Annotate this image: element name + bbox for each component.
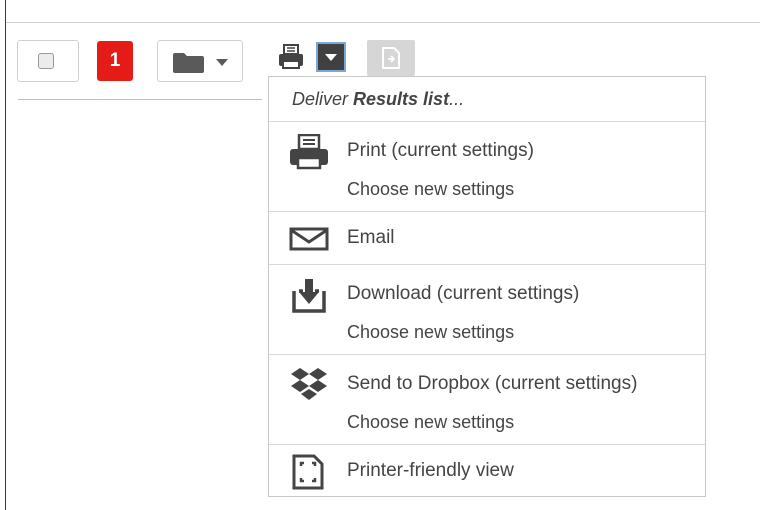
folder-dropdown-button[interactable] bbox=[157, 40, 243, 82]
deliver-dropdown-toggle[interactable] bbox=[316, 42, 346, 72]
top-divider bbox=[6, 22, 760, 23]
envelope-icon bbox=[289, 227, 329, 251]
selected-count-badge: 1 bbox=[97, 41, 133, 81]
toolbar-underline bbox=[18, 99, 262, 100]
caret-down-icon bbox=[325, 54, 337, 61]
window-left-border bbox=[5, 0, 6, 510]
download-tray-icon bbox=[292, 279, 326, 313]
export-document-icon bbox=[382, 47, 400, 69]
download-choose-settings[interactable]: Choose new settings bbox=[347, 322, 514, 343]
download-section: Download (current settings) Choose new s… bbox=[269, 265, 705, 355]
print-current-settings[interactable]: Print (current settings) bbox=[347, 140, 534, 162]
checkbox-icon[interactable] bbox=[38, 53, 54, 69]
printer-friendly-section: Printer-friendly view bbox=[269, 445, 705, 496]
menu-header-prefix: Deliver bbox=[292, 89, 349, 109]
download-current-settings[interactable]: Download (current settings) bbox=[347, 283, 579, 305]
printer-icon bbox=[279, 44, 303, 69]
print-choose-settings[interactable]: Choose new settings bbox=[347, 179, 514, 200]
printer-friendly-page-icon bbox=[292, 454, 324, 490]
dropbox-section: Send to Dropbox (current settings) Choos… bbox=[269, 355, 705, 445]
chevron-down-icon bbox=[216, 59, 228, 66]
export-button[interactable] bbox=[367, 40, 415, 76]
dropbox-choose-settings[interactable]: Choose new settings bbox=[347, 412, 514, 433]
print-section: Print (current settings) Choose new sett… bbox=[269, 122, 705, 212]
printer-icon bbox=[290, 134, 328, 170]
print-button[interactable] bbox=[276, 42, 306, 72]
select-all-button[interactable] bbox=[17, 40, 79, 82]
printer-friendly-view[interactable]: Printer-friendly view bbox=[347, 460, 514, 482]
dropbox-current-settings[interactable]: Send to Dropbox (current settings) bbox=[347, 373, 637, 395]
menu-header: Deliver Results list... bbox=[269, 77, 705, 122]
dropbox-icon bbox=[291, 368, 327, 400]
menu-header-suffix: ... bbox=[449, 89, 465, 109]
email-option[interactable]: Email bbox=[347, 227, 395, 249]
deliver-menu: Deliver Results list... Print (current s… bbox=[268, 76, 706, 497]
menu-header-bold: Results list bbox=[353, 89, 450, 109]
email-section: Email bbox=[269, 212, 705, 265]
folder-icon bbox=[173, 53, 204, 73]
